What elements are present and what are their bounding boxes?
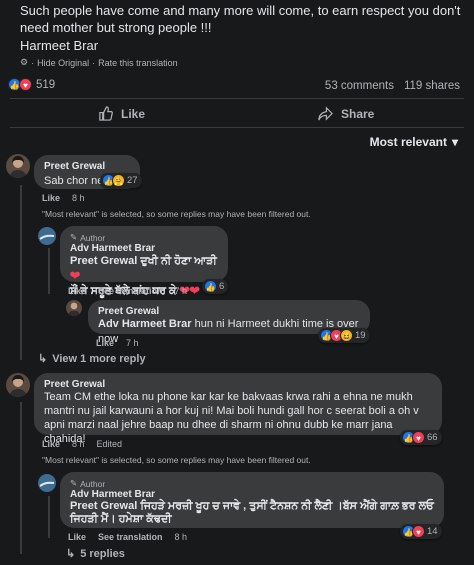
reply-like-link[interactable]: Like: [96, 338, 114, 348]
reply-reactions[interactable]: 👍 ♥ 😆 19: [318, 328, 370, 343]
post-counts: 53 comments 119 shares: [325, 80, 460, 92]
comment-like-link[interactable]: Like: [42, 193, 60, 203]
share-icon: [318, 106, 333, 121]
reply-text-line1: Preet Grewal ਦੁਖੀ ਨੀ ਹੋਣਾ ਆੜੀ ❤: [70, 255, 217, 282]
pencil-icon: ✎: [70, 478, 78, 488]
reply-like-link[interactable]: Like: [68, 532, 86, 542]
like-reaction-icon: 👍: [204, 280, 217, 293]
reply-text: Preet Grewal ਜਿਹੜੇ ਮਰਜ਼ੀ ਖੂਹ ਚ ਜਾਵੇ , ਤੁ…: [70, 500, 434, 525]
reply-bubble: ✎ Author Adv Harmeet Brar Preet Grewal ਦ…: [60, 226, 228, 297]
post-signature: Harmeet Brar: [20, 38, 99, 53]
reaction-count: 19: [355, 330, 366, 341]
love-reaction-icon: ♥: [19, 78, 32, 91]
reply-meta: Like 7 h: [96, 338, 139, 348]
reply-meta: Like See translation 7 h: [68, 286, 187, 296]
see-translation-link[interactable]: See translation: [98, 286, 163, 296]
love-reaction-icon: ♥: [412, 431, 425, 444]
reply-author[interactable]: Preet Grewal: [98, 306, 360, 317]
hide-original-link[interactable]: Hide Original: [37, 58, 89, 68]
reaction-count: 66: [427, 432, 438, 443]
sort-label: Most relevant: [369, 135, 447, 149]
avatar[interactable]: [6, 154, 30, 178]
reaction-count: 14: [427, 526, 438, 537]
divider: [10, 98, 464, 99]
thread-line: [48, 248, 50, 294]
shares-count[interactable]: 119 shares: [404, 80, 460, 92]
comment-author[interactable]: Preet Grewal: [44, 379, 432, 390]
avatar[interactable]: [6, 373, 30, 397]
avatar-image: [38, 227, 56, 245]
like-label: Like: [121, 106, 146, 121]
avatar-image: [9, 375, 27, 397]
comment-meta: Like 8 h Edited: [42, 439, 122, 449]
comment-time[interactable]: 8 h: [72, 439, 85, 449]
reply-like-link[interactable]: Like: [68, 286, 86, 296]
like-button[interactable]: Like: [98, 106, 158, 121]
author-badge: ✎ Author: [70, 478, 106, 489]
heart-emoji: ❤: [70, 270, 81, 282]
reply-bubble: ✎ Author Adv Harmeet Brar Preet Grewal ਜ…: [60, 472, 444, 528]
share-label: Share: [341, 106, 375, 121]
avatar-image: [38, 474, 56, 492]
mention[interactable]: Preet Grewal: [70, 500, 137, 512]
author-badge: ✎ Author: [70, 232, 106, 243]
post-text: Such people have come and many more will…: [20, 3, 461, 35]
reply-meta: Like See translation 8 h: [68, 532, 187, 542]
reply-author[interactable]: Adv Harmeet Brar: [70, 489, 434, 500]
sort-dropdown[interactable]: Most relevant ▾: [370, 135, 458, 149]
reply-time[interactable]: 7 h: [126, 338, 139, 348]
love-reaction-icon: ♥: [412, 525, 425, 538]
comment-bubble: Preet Grewal Team CM ethe loka nu phone …: [34, 373, 442, 445]
divider: [10, 127, 464, 128]
avatar-image: [9, 156, 27, 178]
filter-note: "Most relevant" is selected, so some rep…: [42, 455, 311, 465]
view-replies-button[interactable]: ↳ 5 replies: [66, 547, 125, 561]
comment-reactions[interactable]: 👍 ♥ 66: [400, 430, 442, 445]
view-more-replies-button[interactable]: ↳ View 1 more reply: [38, 352, 146, 366]
reply-time[interactable]: 7 h: [175, 286, 188, 296]
see-translation-link[interactable]: See translation: [98, 532, 163, 542]
reply-author[interactable]: Adv Harmeet Brar: [70, 243, 218, 254]
share-button[interactable]: Share: [318, 106, 378, 121]
view-more-label: View 1 more reply: [52, 352, 146, 365]
comments-count[interactable]: 53 comments: [325, 80, 394, 92]
pencil-icon: ✎: [70, 232, 78, 242]
reply-reactions[interactable]: 👍 6: [202, 279, 229, 294]
thumbs-up-icon: [99, 106, 113, 121]
thread-line: [48, 496, 50, 538]
thread-line: [20, 402, 22, 554]
comment-time[interactable]: 8 h: [72, 193, 85, 203]
reaction-count: 27: [127, 175, 138, 186]
chevron-down-icon: ▾: [451, 135, 458, 149]
reaction-count: 6: [219, 281, 225, 292]
avatar[interactable]: [38, 227, 56, 245]
mention[interactable]: Preet Grewal: [70, 255, 137, 267]
comment-reactions[interactable]: 👍 🤗 27: [100, 173, 142, 188]
avatar[interactable]: [66, 300, 82, 316]
reply-arrow-icon: ↳: [66, 548, 76, 560]
avatar-image: [68, 302, 80, 316]
avatar[interactable]: [38, 474, 56, 492]
translation-row: ⚙ · Hide Original · Rate this translatio…: [20, 57, 178, 68]
mention[interactable]: Adv Harmeet Brar: [98, 318, 192, 330]
edited-label: Edited: [96, 439, 123, 449]
rate-translation-link[interactable]: Rate this translation: [98, 58, 178, 68]
reply-time[interactable]: 8 h: [175, 532, 188, 542]
translate-icon: ⚙: [20, 57, 29, 67]
comment-meta: Like 8 h: [42, 193, 85, 203]
view-replies-label: 5 replies: [80, 547, 125, 560]
reply-reactions[interactable]: 👍 ♥ 14: [400, 524, 442, 539]
reply-arrow-icon: ↳: [38, 353, 48, 365]
haha-reaction-icon: 😆: [340, 329, 353, 342]
reaction-summary[interactable]: 👍 ♥ 519: [8, 78, 55, 91]
comment-author[interactable]: Preet Grewal: [44, 161, 130, 172]
care-reaction-icon: 🤗: [112, 174, 125, 187]
comment-like-link[interactable]: Like: [42, 439, 60, 449]
thread-line: [20, 185, 22, 360]
filter-note: "Most relevant" is selected, so some rep…: [42, 209, 311, 219]
comment-text: Team CM ethe loka nu phone kar kar ke ba…: [44, 391, 419, 445]
reaction-count: 519: [36, 78, 56, 91]
